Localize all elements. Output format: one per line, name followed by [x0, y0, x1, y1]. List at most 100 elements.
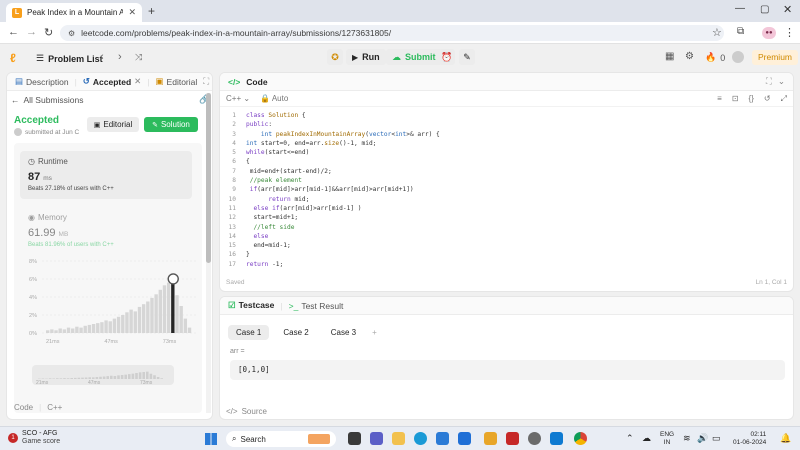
clock[interactable]: 02:11 01-06-2024: [733, 431, 766, 447]
chrome-icon[interactable]: [574, 432, 587, 445]
language-indicator[interactable]: ENG IN: [660, 431, 674, 447]
tab-accepted[interactable]: ↺ Accepted ✕: [83, 76, 142, 87]
app-icon[interactable]: [458, 432, 471, 445]
close-tab-icon[interactable]: ✕: [128, 7, 136, 18]
distribution-bar[interactable]: [175, 295, 179, 333]
distribution-bar[interactable]: [96, 323, 100, 333]
browser-tab[interactable]: L Peak Index in a Mountain Arra ✕: [6, 3, 142, 22]
editorial-button[interactable]: ▣ Editorial: [87, 117, 139, 132]
solution-button[interactable]: ✎ Solution: [144, 117, 198, 132]
premium-button[interactable]: Premium: [752, 50, 799, 65]
memory-card[interactable]: ◉ Memory 61.99 MB Beats 81.96% of users w…: [20, 207, 192, 253]
menu-icon[interactable]: ⋮: [784, 26, 795, 39]
add-case-icon[interactable]: +: [370, 325, 379, 340]
scrollbar[interactable]: [206, 93, 211, 413]
distribution-bar[interactable]: [87, 324, 92, 333]
next-problem-icon[interactable]: ›: [118, 51, 122, 63]
onedrive-icon[interactable]: ☁: [642, 433, 651, 444]
battery-icon[interactable]: ▭: [712, 433, 721, 444]
distribution-bar[interactable]: [146, 301, 150, 334]
weather-widget[interactable]: 1 SCO - AFG Game score: [8, 430, 60, 446]
close-tab-icon[interactable]: ✕: [134, 76, 141, 87]
tray-chevron-icon[interactable]: ⌃: [626, 433, 634, 444]
profile-avatar[interactable]: ●●: [762, 27, 776, 39]
back-icon[interactable]: ←: [8, 26, 19, 38]
mcafee-icon[interactable]: [506, 432, 519, 445]
distribution-bar[interactable]: [179, 306, 183, 333]
distribution-bar[interactable]: [66, 327, 71, 333]
forward-icon[interactable]: →: [26, 26, 37, 38]
distribution-bar[interactable]: [137, 306, 142, 333]
file-explorer-icon[interactable]: [392, 432, 405, 445]
distribution-bar[interactable]: [83, 325, 87, 333]
distribution-bar[interactable]: [100, 322, 104, 333]
problem-list-button[interactable]: ☰ Problem List: [36, 53, 103, 64]
notepad-icon[interactable]: [484, 432, 497, 445]
tab-editorial[interactable]: ▣ Editorial: [156, 76, 198, 87]
tab-testcase[interactable]: ☑ Testcase: [228, 300, 274, 311]
minimize-icon[interactable]: —: [735, 3, 745, 14]
expand-icon[interactable]: ⛶: [203, 76, 209, 87]
distribution-bar[interactable]: [158, 289, 162, 333]
distribution-bar[interactable]: [75, 326, 79, 333]
vscode-icon[interactable]: [550, 432, 563, 445]
testcase-input[interactable]: [0,1,0]: [230, 360, 785, 380]
settings-icon[interactable]: ⚙: [685, 51, 694, 62]
language-select[interactable]: C++ ⌄: [226, 94, 250, 103]
highlighted-bar[interactable]: [171, 279, 175, 333]
settings-app-icon[interactable]: [528, 432, 541, 445]
distribution-bar[interactable]: [141, 304, 146, 333]
timer-icon[interactable]: ⏰: [439, 49, 455, 65]
prev-problem-icon[interactable]: ‹: [100, 51, 104, 63]
distribution-bar[interactable]: [129, 309, 133, 333]
shuffle-icon[interactable]: ⤨: [135, 52, 142, 63]
distribution-bar[interactable]: [108, 321, 112, 333]
submit-button[interactable]: ☁ Submit: [386, 49, 442, 65]
distribution-bar[interactable]: [166, 282, 171, 333]
expand-icon[interactable]: ⛶: [766, 76, 772, 87]
streak-counter[interactable]: 🔥 0: [705, 52, 725, 63]
store-icon[interactable]: [436, 432, 449, 445]
teams-icon[interactable]: [370, 432, 383, 445]
tab-description[interactable]: ▤ Description: [15, 76, 69, 87]
bookmark-icon[interactable]: ⊡: [732, 94, 739, 103]
distribution-bar[interactable]: [50, 329, 54, 333]
url-bar[interactable]: ⚙ leetcode.com/problems/peak-index-in-a-…: [60, 25, 724, 41]
task-view-icon[interactable]: [348, 432, 361, 445]
extensions-icon[interactable]: ⧉: [737, 26, 744, 37]
fullscreen-icon[interactable]: ⤢: [781, 94, 787, 104]
notes-icon[interactable]: ✎: [459, 49, 475, 65]
format-icon[interactable]: ≡: [717, 94, 722, 103]
case-1-tab[interactable]: Case 1: [228, 325, 270, 340]
scrollbar-thumb[interactable]: [206, 93, 211, 263]
distribution-bar[interactable]: [125, 312, 129, 333]
edge-icon[interactable]: [414, 432, 427, 445]
braces-icon[interactable]: {}: [749, 94, 754, 103]
new-tab-icon[interactable]: +: [148, 4, 155, 18]
all-submissions-link[interactable]: ← All Submissions: [11, 95, 84, 105]
distribution-bar[interactable]: [91, 324, 96, 333]
bookmark-star-icon[interactable]: ☆: [712, 26, 722, 39]
case-3-tab[interactable]: Case 3: [323, 325, 364, 340]
distribution-bar[interactable]: [133, 311, 137, 333]
auto-mode[interactable]: 🔒 Auto: [260, 94, 288, 103]
distribution-bar[interactable]: [187, 327, 192, 333]
distribution-bar[interactable]: [154, 294, 158, 333]
maximize-icon[interactable]: ▢: [760, 4, 769, 15]
distribution-bar[interactable]: [112, 318, 117, 333]
collapse-icon[interactable]: ⌄: [778, 76, 785, 87]
notification-bell-icon[interactable]: 🔔: [780, 433, 791, 444]
reload-icon[interactable]: ↻: [44, 26, 53, 39]
volume-icon[interactable]: 🔊: [697, 433, 708, 444]
reset-icon[interactable]: ↺: [764, 94, 771, 103]
runtime-card[interactable]: ◷ Runtime 87 ms Beats 27.18% of users wit…: [20, 151, 192, 199]
distribution-bar[interactable]: [104, 320, 108, 333]
run-button[interactable]: ▶ Run: [346, 49, 386, 65]
site-info-icon[interactable]: ⚙: [68, 29, 75, 38]
debug-icon[interactable]: ✪: [327, 49, 343, 65]
source-link[interactable]: </> Source: [226, 407, 267, 416]
distribution-bar[interactable]: [58, 328, 62, 334]
user-avatar[interactable]: [732, 51, 744, 63]
windows-start-icon[interactable]: [205, 433, 217, 445]
distribution-bar[interactable]: [121, 315, 125, 333]
